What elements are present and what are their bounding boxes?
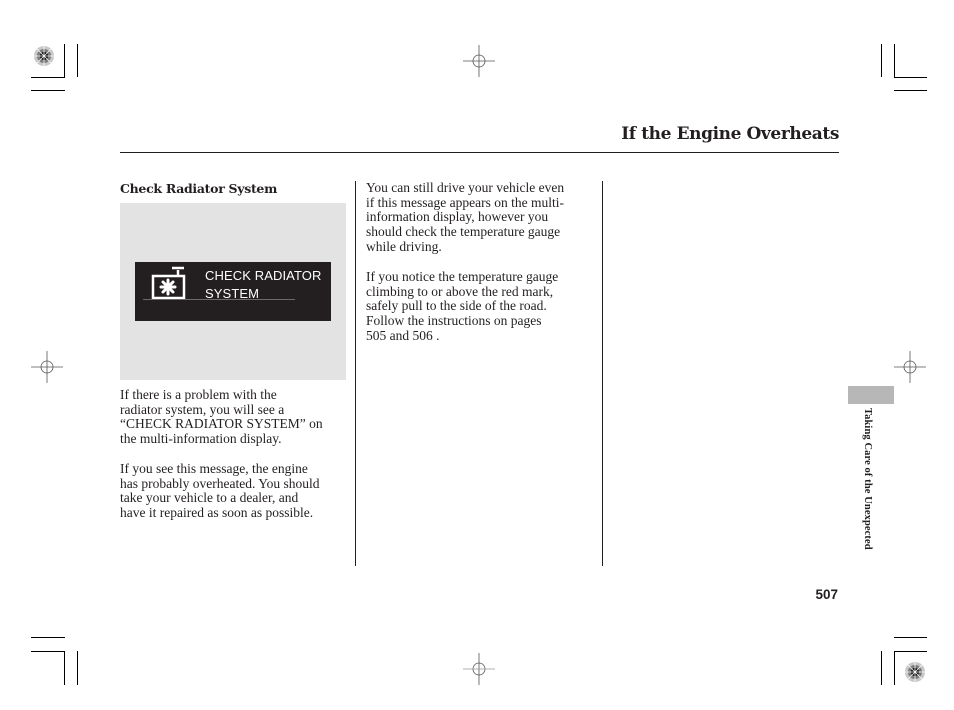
left-paragraph-1: If there is a problem with the radiator … xyxy=(120,387,323,447)
column-divider-left xyxy=(355,181,356,566)
section-tab xyxy=(848,386,894,404)
left-paragraph-2: If you see this message, the engine has … xyxy=(120,461,320,521)
multi-information-display: CHECK RADIATOR SYSTEM xyxy=(135,262,331,321)
section-heading: Check Radiator System xyxy=(120,181,278,196)
middle-paragraph-1: You can still drive your vehicle even if… xyxy=(366,180,565,254)
registration-target-icon xyxy=(905,662,925,682)
display-illustration: CHECK RADIATOR SYSTEM xyxy=(120,203,346,380)
page-number: 507 xyxy=(815,587,838,602)
section-tab-label: Taking Care of the Unexpected xyxy=(862,408,873,550)
display-underline xyxy=(143,299,295,300)
middle-paragraph-2: If you notice the temperature gauge clim… xyxy=(366,269,559,343)
header-rule xyxy=(120,152,839,153)
registration-target-icon xyxy=(34,46,54,66)
page-title: If the Engine Overheats xyxy=(621,124,839,144)
crosshair-top-icon xyxy=(463,45,495,77)
display-message: CHECK RADIATOR SYSTEM xyxy=(205,268,322,301)
column-divider-right xyxy=(602,181,603,566)
crosshair-bottom-icon xyxy=(463,653,495,685)
radiator-warning-icon xyxy=(151,266,186,300)
crosshair-right-icon xyxy=(894,351,926,383)
crosshair-left-icon xyxy=(31,351,63,383)
